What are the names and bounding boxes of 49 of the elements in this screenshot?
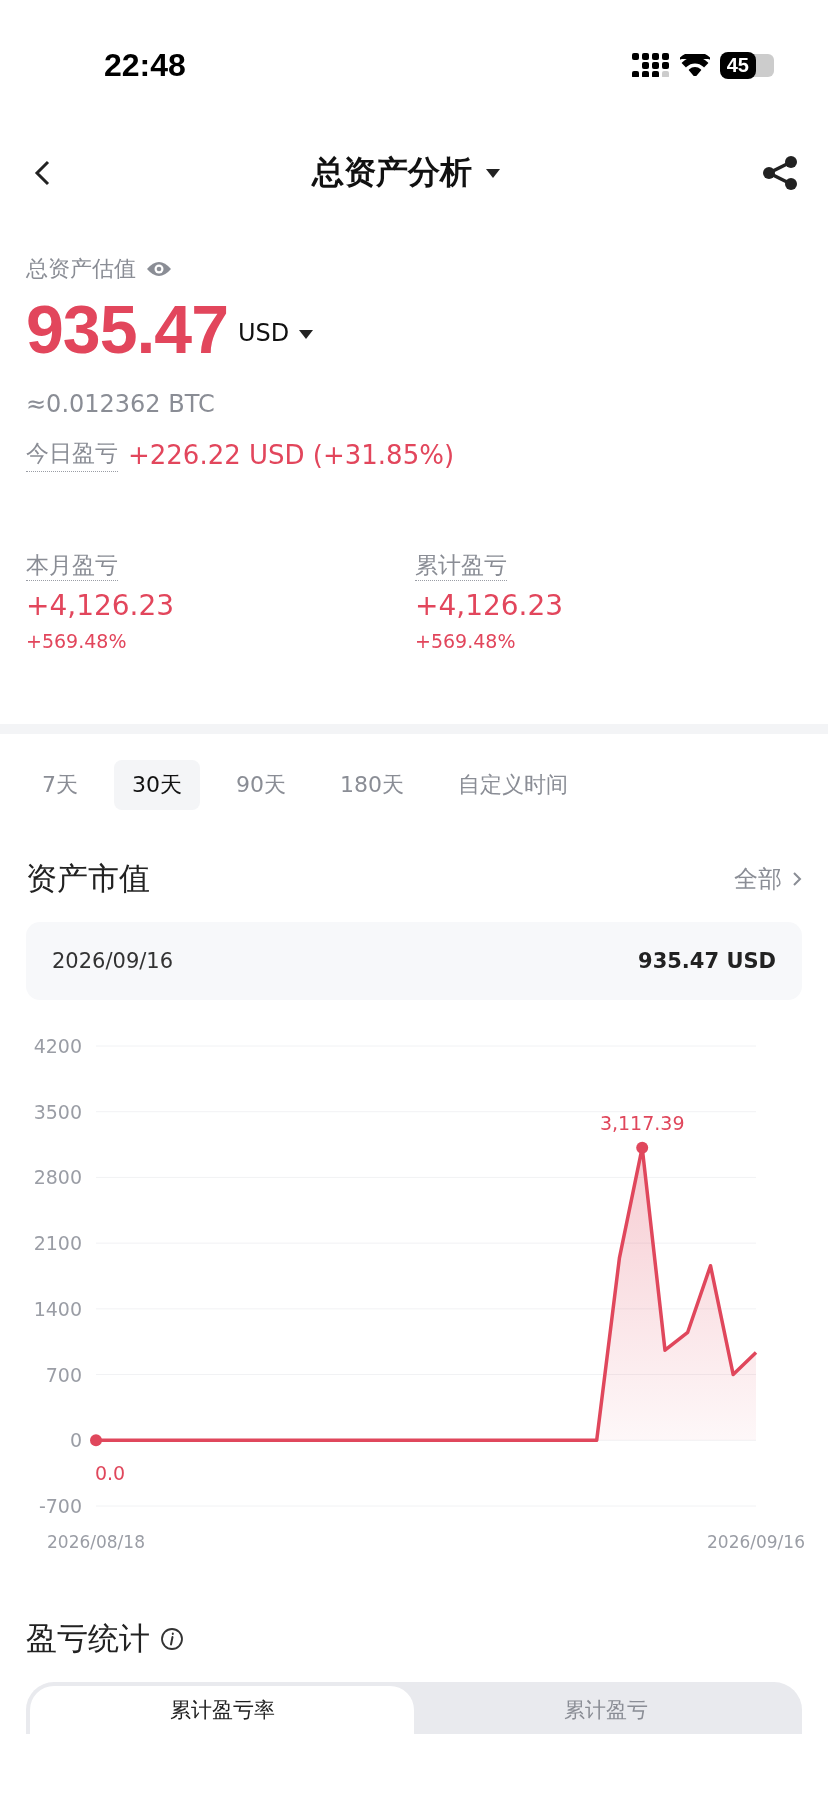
info-icon[interactable] <box>160 1627 184 1651</box>
section-title: 资产市值 <box>26 859 150 898</box>
stat-value: +4,126.23 <box>26 589 176 622</box>
btc-equivalent: ≈0.012362 BTC <box>26 390 216 418</box>
segment-tab[interactable]: 累计盈亏 <box>414 1686 798 1734</box>
section-title: 盈亏统计 <box>26 1619 150 1658</box>
share-icon[interactable] <box>762 155 798 191</box>
tooltip-value: 935.47 USD <box>638 949 776 973</box>
period-tab[interactable]: 自定义时间 <box>440 760 586 810</box>
data-label: 0.0 <box>94 1462 126 1485</box>
wifi-icon <box>679 54 710 76</box>
axis-label: 2026/09/16 <box>707 1532 805 1552</box>
view-all-link[interactable]: 全部 <box>734 863 802 895</box>
axis-label: 700 <box>45 1363 82 1386</box>
axis-label: 3500 <box>33 1100 82 1123</box>
data-label: 3,117.39 <box>599 1111 685 1134</box>
axis-label: 2800 <box>33 1166 82 1189</box>
period-tab[interactable]: 7天 <box>24 760 96 810</box>
point-marker <box>636 1141 649 1154</box>
total-assets-value: 935.47 <box>26 290 228 368</box>
stat-label: 本月盈亏 <box>26 552 118 581</box>
stat-value: +4,126.23 <box>415 589 565 622</box>
tooltip-date: 2026/09/16 <box>52 949 174 973</box>
stat-percent: +569.48% <box>415 630 517 652</box>
today-pnl-value: +226.22 USD (+31.85%) <box>128 440 455 470</box>
page-title[interactable]: 总资产分析 <box>312 151 472 195</box>
stat-label: 累计盈亏 <box>415 552 507 581</box>
axis-label: 1400 <box>33 1297 82 1320</box>
axis-label: -700 <box>38 1495 82 1517</box>
stat-percent: +569.48% <box>26 630 128 652</box>
caret-icon <box>299 329 314 339</box>
point-marker <box>90 1434 102 1447</box>
signal-icon <box>631 53 670 77</box>
axis-label: 4200 <box>33 1035 82 1057</box>
period-tab[interactable]: 90天 <box>218 760 304 810</box>
eye-icon[interactable] <box>146 260 172 278</box>
currency-selector[interactable]: USD <box>238 319 290 347</box>
today-pnl-label: 今日盈亏 <box>26 438 118 472</box>
segment-tab[interactable]: 累计盈亏率 <box>30 1686 414 1734</box>
status-time: 22:48 <box>104 46 186 84</box>
period-tab[interactable]: 30天 <box>114 760 200 810</box>
period-tab[interactable]: 180天 <box>322 760 422 810</box>
total-assets-label: 总资产估值 <box>26 255 136 283</box>
axis-label: 2100 <box>33 1232 82 1255</box>
chevron-icon <box>792 871 802 887</box>
caret-icon <box>486 168 500 178</box>
axis-label: 0 <box>69 1429 82 1452</box>
back-icon[interactable] <box>34 160 50 186</box>
axis-label: 2026/08/18 <box>47 1532 145 1552</box>
